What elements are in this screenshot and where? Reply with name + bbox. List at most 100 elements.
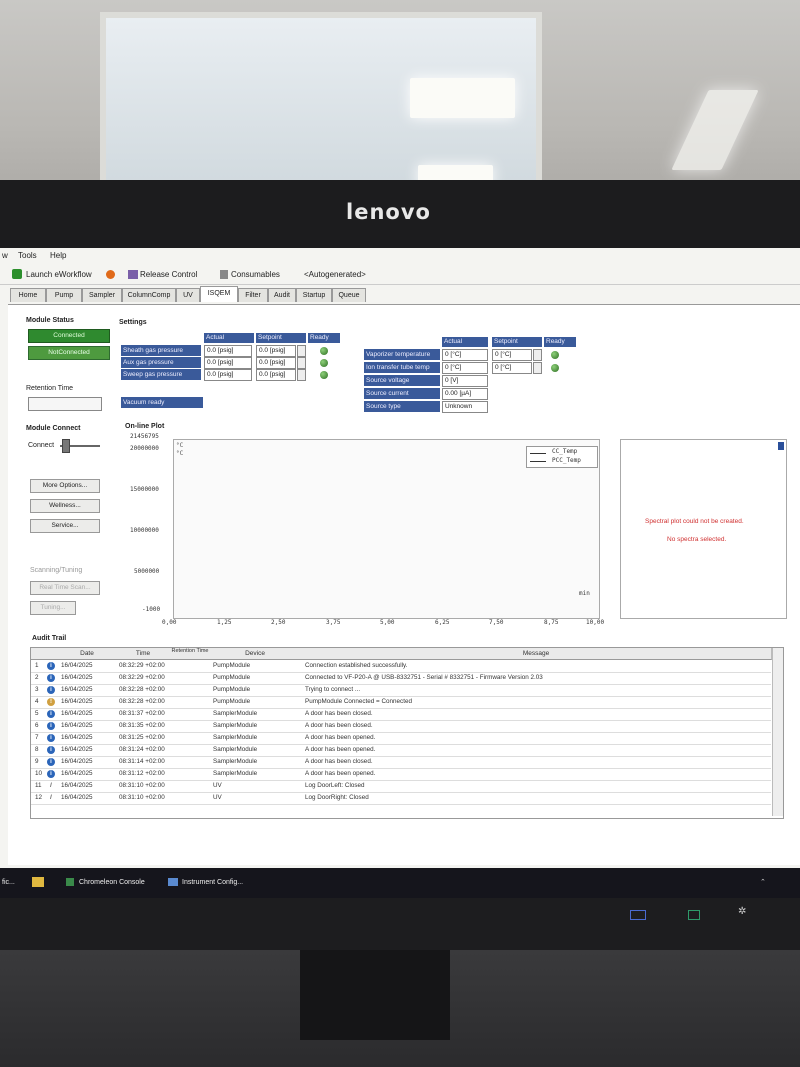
pause-icon[interactable] bbox=[778, 442, 784, 450]
settings-ready-header: Ready bbox=[308, 333, 340, 343]
consumables-icon bbox=[220, 270, 228, 279]
tab-queue[interactable]: Queue bbox=[332, 288, 366, 302]
tab-startup[interactable]: Startup bbox=[296, 288, 332, 302]
aux-gas-setpoint[interactable]: 0.0 [psig] bbox=[256, 357, 296, 369]
row-time: 08:31:14 +02:00 bbox=[119, 758, 165, 765]
display-icon[interactable] bbox=[688, 910, 700, 920]
aux-gas-actual: 0.0 [psig] bbox=[204, 357, 252, 369]
y-tick: 21456795 bbox=[130, 433, 159, 440]
tab-pump[interactable]: Pump bbox=[46, 288, 82, 302]
vacuum-ready-status: Vacuum ready bbox=[121, 397, 203, 408]
y-tick: 5000000 bbox=[134, 568, 160, 575]
audit-header-device[interactable]: Device bbox=[209, 648, 302, 660]
folder-icon[interactable] bbox=[32, 877, 44, 887]
tab-sampler[interactable]: Sampler bbox=[82, 288, 122, 302]
ion-tube-temp-label: Ion transfer tube temp bbox=[364, 362, 440, 373]
menu-item-view[interactable]: w bbox=[2, 251, 8, 260]
x-tick: 2,50 bbox=[271, 619, 286, 626]
menu-item-tools[interactable]: Tools bbox=[18, 251, 37, 260]
row-device: PumpModule bbox=[213, 698, 251, 705]
menu-item-help[interactable]: Help bbox=[50, 251, 66, 260]
info-icon: i bbox=[47, 662, 55, 670]
row-date: 16/04/2025 bbox=[61, 710, 93, 717]
toolbar: Launch eWorkflow Release Control Consuma… bbox=[0, 266, 800, 285]
sweep-gas-spinner[interactable] bbox=[297, 369, 306, 381]
row-message: A door has been opened. bbox=[305, 734, 376, 741]
vaporizer-ready-indicator bbox=[551, 351, 559, 359]
tab-isqem[interactable]: ISQEM bbox=[200, 286, 238, 302]
row-time: 08:31:37 +02:00 bbox=[119, 710, 165, 717]
tab-audit[interactable]: Audit bbox=[268, 288, 296, 302]
connect-slider-handle[interactable] bbox=[62, 439, 70, 453]
row-message: A door has been closed. bbox=[305, 722, 373, 729]
retention-time-field bbox=[28, 397, 102, 411]
vaporizer-temp-spinner[interactable] bbox=[533, 349, 542, 361]
row-date: 16/04/2025 bbox=[61, 770, 93, 777]
source-type-actual: Unknown bbox=[442, 401, 488, 413]
system-tray-icon[interactable]: ⌃ bbox=[760, 878, 766, 886]
taskbar: fic... Chromeleon Console Instrument Con… bbox=[0, 868, 800, 898]
audit-scrollbar[interactable] bbox=[772, 648, 783, 816]
instrument-icon bbox=[168, 878, 178, 886]
row-index: 11 bbox=[35, 782, 42, 789]
aux-gas-spinner[interactable] bbox=[297, 357, 306, 369]
ion-tube-temp-spinner[interactable] bbox=[533, 362, 542, 374]
sweep-gas-setpoint[interactable]: 0.0 [psig] bbox=[256, 369, 296, 381]
stop-icon[interactable] bbox=[106, 270, 115, 279]
brightness-icon[interactable]: ✲ bbox=[738, 906, 746, 917]
input-icon[interactable] bbox=[630, 910, 646, 920]
row-time: 08:31:10 +02:00 bbox=[119, 794, 165, 801]
row-date: 16/04/2025 bbox=[61, 674, 93, 681]
release-control-button[interactable]: Release Control bbox=[140, 270, 197, 279]
taskbar-instrument-config[interactable]: Instrument Config... bbox=[182, 879, 243, 886]
legend-pcc-temp: PCC_Temp bbox=[552, 457, 581, 464]
info-icon: i bbox=[47, 722, 55, 730]
table-row[interactable]: 12 / 16/04/2025 08:31:10 +02:00 UV Log DoorRi… bbox=[31, 792, 771, 805]
audit-header-retention[interactable]: Retention Time bbox=[171, 648, 210, 660]
tab-uv[interactable]: UV bbox=[176, 288, 200, 302]
audit-header-date[interactable]: Date bbox=[59, 648, 116, 660]
monitor-stand bbox=[300, 950, 450, 1040]
row-index: 9 bbox=[35, 758, 39, 765]
spectral-plot-area: Spectral plot could not be created. No s… bbox=[620, 439, 787, 619]
module-status-title: Module Status bbox=[26, 317, 74, 324]
row-time: 08:32:28 +02:00 bbox=[119, 698, 165, 705]
info-icon: i bbox=[47, 686, 55, 694]
real-time-scan-button[interactable]: Real Time Scan... bbox=[30, 581, 100, 595]
consumables-button[interactable]: Consumables bbox=[231, 270, 280, 279]
sheath-gas-spinner[interactable] bbox=[297, 345, 306, 357]
row-device: SamplerModule bbox=[213, 710, 258, 717]
y-unit-label: °C bbox=[176, 442, 184, 449]
row-date: 16/04/2025 bbox=[61, 662, 93, 669]
settings-title: Settings bbox=[119, 319, 147, 326]
row-message: Connected to VF-P20-A @ USB-8332751 - Se… bbox=[305, 674, 543, 681]
tuning-button[interactable]: Tuning... bbox=[30, 601, 76, 615]
aux-gas-ready-indicator bbox=[320, 359, 328, 367]
tab-filter[interactable]: Filter bbox=[238, 288, 268, 302]
ion-tube-temp-setpoint[interactable]: 0 [°C] bbox=[492, 362, 532, 374]
wellness-button[interactable]: Wellness... bbox=[30, 499, 100, 513]
taskbar-item-fic[interactable]: fic... bbox=[2, 879, 15, 886]
isqem-panel: Module Status Connected NotConnected Ret… bbox=[8, 304, 800, 865]
row-device: SamplerModule bbox=[213, 722, 258, 729]
service-button[interactable]: Service... bbox=[30, 519, 100, 533]
launch-eworkflow-button[interactable]: Launch eWorkflow bbox=[26, 270, 92, 279]
info-icon: i bbox=[47, 734, 55, 742]
sheath-gas-setpoint[interactable]: 0.0 [psig] bbox=[256, 345, 296, 357]
tab-columncomp[interactable]: ColumnComp bbox=[122, 288, 176, 302]
aux-gas-label: Aux gas pressure bbox=[121, 357, 201, 368]
row-message: Log DoorLeft: Closed bbox=[305, 782, 365, 789]
audit-header-time[interactable]: Time bbox=[115, 648, 172, 660]
row-device: PumpModule bbox=[213, 662, 251, 669]
autogenerated-dropdown[interactable]: <Autogenerated> bbox=[304, 270, 366, 279]
monitor-screen: w Tools Help Launch eWorkflow Release Co… bbox=[0, 248, 800, 898]
audit-header-message[interactable]: Message bbox=[301, 648, 772, 660]
more-options-button[interactable]: More Options... bbox=[30, 479, 100, 493]
taskbar-chromeleon-console[interactable]: Chromeleon Console bbox=[79, 879, 145, 886]
sweep-gas-actual: 0.0 [psig] bbox=[204, 369, 252, 381]
tab-home[interactable]: Home bbox=[10, 288, 46, 302]
source-ready-header: Ready bbox=[544, 337, 576, 347]
vaporizer-temp-setpoint[interactable]: 0 [°C] bbox=[492, 349, 532, 361]
ion-tube-temp-actual: 0 [°C] bbox=[442, 362, 488, 374]
row-device: SamplerModule bbox=[213, 758, 258, 765]
